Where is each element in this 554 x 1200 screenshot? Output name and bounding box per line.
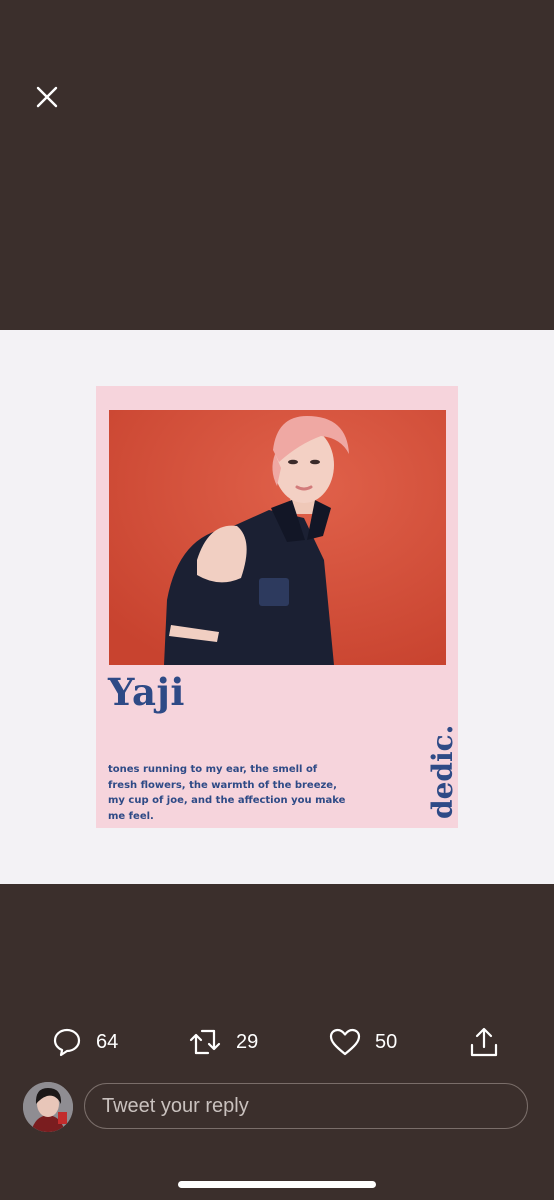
- avatar[interactable]: [23, 1082, 73, 1132]
- reply-icon: [53, 1028, 81, 1057]
- media-viewer[interactable]: Yaji tones running to my ear, the smell …: [0, 330, 554, 884]
- heart-icon: [329, 1028, 361, 1056]
- like-count: 50: [375, 1030, 398, 1053]
- reply-input[interactable]: Tweet your reply: [84, 1083, 528, 1129]
- tweet-action-bar: 64 29 50: [0, 1020, 554, 1064]
- retweet-icon: [189, 1029, 221, 1055]
- share-button[interactable]: [468, 1020, 500, 1064]
- close-button[interactable]: [28, 78, 66, 116]
- post-image-card: Yaji tones running to my ear, the smell …: [96, 386, 459, 828]
- post-image-caption: tones running to my ear, the smell of fr…: [108, 764, 346, 822]
- reply-count: 64: [96, 1030, 119, 1053]
- retweet-button[interactable]: 29: [188, 1020, 258, 1064]
- like-button[interactable]: 50: [329, 1020, 397, 1064]
- close-icon: [36, 86, 58, 108]
- reply-button[interactable]: 64: [52, 1020, 118, 1064]
- retweet-count: 29: [236, 1030, 259, 1053]
- share-icon: [470, 1027, 498, 1057]
- portrait-photo: [109, 410, 446, 665]
- post-image-name: Yaji: [108, 670, 185, 714]
- post-image-brand: dedic.: [426, 724, 459, 819]
- reply-placeholder: Tweet your reply: [102, 1094, 249, 1117]
- reply-composer: Tweet your reply: [0, 1082, 554, 1134]
- home-indicator: [178, 1181, 376, 1188]
